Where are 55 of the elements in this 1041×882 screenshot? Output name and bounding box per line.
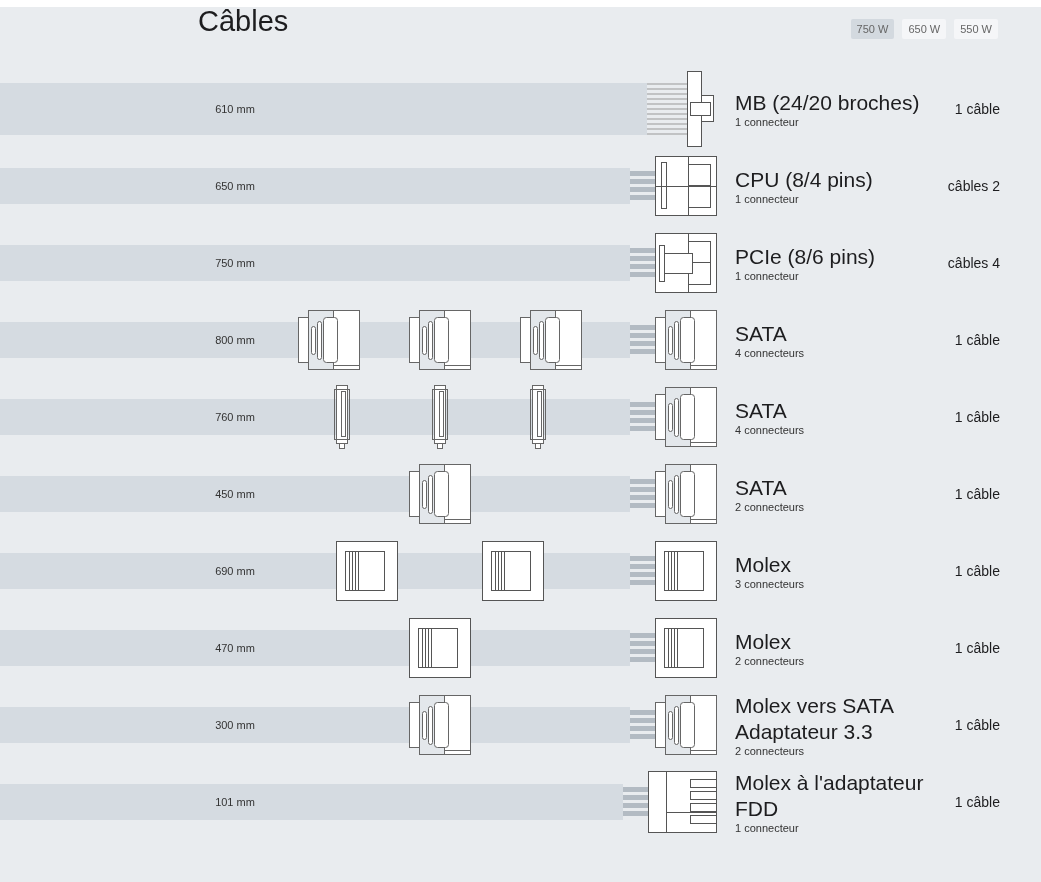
cable-name: PCIe (8/6 pins) bbox=[735, 243, 877, 270]
cable-count: câbles 2 bbox=[946, 177, 1000, 194]
cable-count: 1 câble bbox=[953, 639, 1000, 656]
cable-name: MB (24/20 broches) bbox=[735, 89, 921, 116]
cable-name: Molex bbox=[735, 551, 793, 578]
cable-count: 1 câble bbox=[953, 331, 1000, 348]
cable-length: 101 mm bbox=[214, 795, 256, 808]
sata-connector-drawing bbox=[409, 694, 471, 755]
cable-length: 610 mm bbox=[214, 102, 256, 115]
cable-count: 1 câble bbox=[953, 716, 1000, 733]
page-title: Câbles bbox=[198, 7, 289, 35]
connector-count: 3 connecteurs bbox=[735, 577, 806, 590]
cable-count: câbles 4 bbox=[946, 254, 1000, 271]
slim-connector-drawing bbox=[529, 384, 547, 449]
cable-length: 300 mm bbox=[214, 718, 256, 731]
sata-connector-drawing bbox=[409, 309, 471, 370]
cable-name: Molex vers SATA Adaptateur 3.3 bbox=[735, 692, 895, 745]
connector-count: 2 connecteurs bbox=[735, 744, 806, 757]
connector-count: 4 connecteurs bbox=[735, 423, 806, 436]
cable-length: 800 mm bbox=[214, 333, 256, 346]
molex-connector-drawing bbox=[409, 617, 471, 678]
wattage-tab[interactable]: 550 W bbox=[954, 19, 998, 39]
sata-connector-drawing bbox=[520, 309, 582, 370]
cable-name: SATA bbox=[735, 474, 788, 501]
connector-count: 4 connecteurs bbox=[735, 346, 806, 359]
connector-count: 1 connecteur bbox=[735, 192, 800, 205]
cable-length: 450 mm bbox=[214, 487, 256, 500]
slim-connector-drawing bbox=[431, 384, 449, 449]
connector-count: 1 connecteur bbox=[735, 115, 800, 128]
cable-name: CPU (8/4 pins) bbox=[735, 166, 874, 193]
cable-name: Molex bbox=[735, 628, 793, 655]
molex-connector-drawing bbox=[336, 540, 398, 601]
cable-length: 690 mm bbox=[214, 564, 256, 577]
sata-connector-drawing bbox=[409, 463, 471, 524]
cable-length: 470 mm bbox=[214, 641, 256, 654]
molex-connector-drawing bbox=[482, 540, 544, 601]
cable-name: Molex à l'adaptateur FDD bbox=[735, 769, 925, 822]
slim-connector-drawing bbox=[333, 384, 351, 449]
cable-count: 1 câble bbox=[953, 562, 1000, 579]
wattage-tab[interactable]: 650 W bbox=[902, 19, 947, 39]
cable-count: 1 câble bbox=[953, 485, 1000, 502]
sata-connector-drawing bbox=[298, 309, 360, 370]
cable-count: 1 câble bbox=[953, 408, 1000, 425]
wattage-tab[interactable]: 750 W bbox=[850, 19, 895, 39]
connector-count: 2 connecteurs bbox=[735, 654, 806, 667]
cable-length: 650 mm bbox=[214, 179, 256, 192]
connector-count: 1 connecteur bbox=[735, 269, 800, 282]
connector-count: 1 connecteur bbox=[735, 821, 800, 834]
cable-length: 760 mm bbox=[214, 410, 256, 423]
connector-count: 2 connecteurs bbox=[735, 500, 806, 513]
cable-name: SATA bbox=[735, 320, 788, 347]
cable-length: 750 mm bbox=[214, 256, 256, 269]
cable-name: SATA bbox=[735, 397, 788, 424]
cable-count: 1 câble bbox=[953, 793, 1000, 810]
cable-count: 1 câble bbox=[953, 100, 1000, 117]
